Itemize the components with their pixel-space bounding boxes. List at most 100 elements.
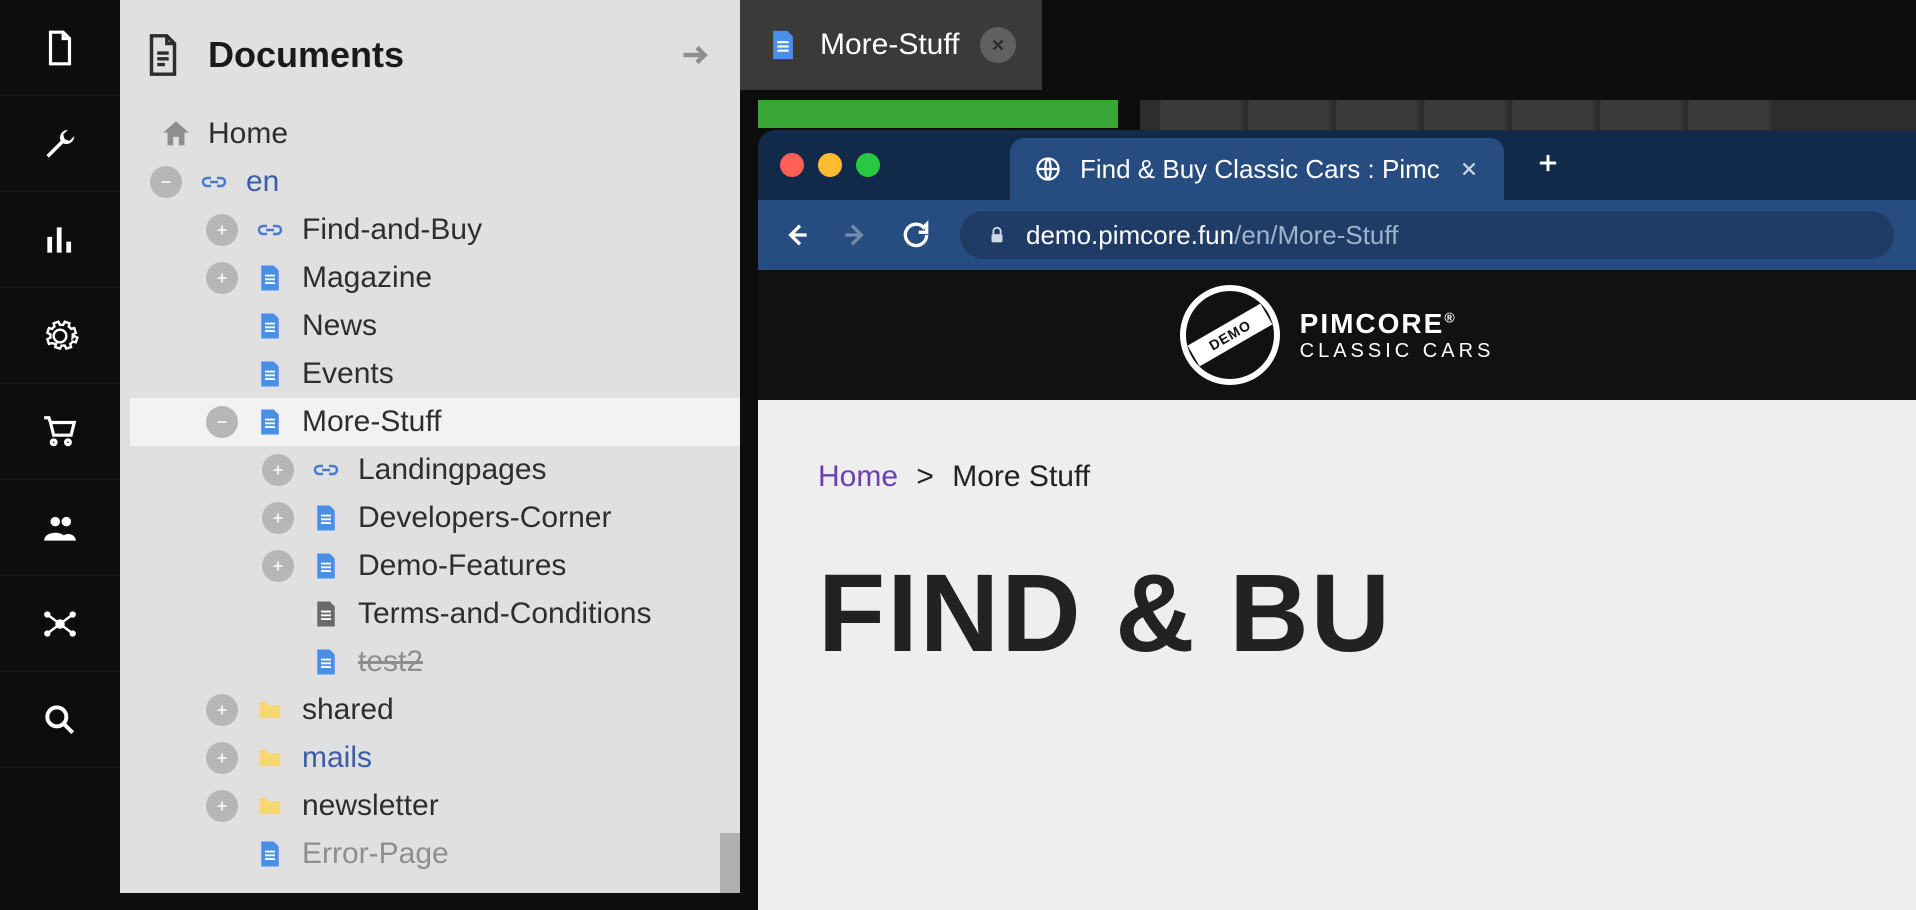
- page-icon: [252, 404, 288, 440]
- document-tree: Home en Find-and-Buy Magazine News: [120, 110, 740, 878]
- expand-toggle[interactable]: [262, 550, 294, 582]
- tree-node-shared[interactable]: shared: [130, 686, 740, 734]
- tree-node-en[interactable]: en: [130, 158, 740, 206]
- breadcrumb-current: More Stuff: [952, 460, 1090, 493]
- tree-node-landingpages[interactable]: Landingpages: [130, 446, 740, 494]
- snippet-icon: [308, 596, 344, 632]
- tree-node-news[interactable]: News: [130, 302, 740, 350]
- browser-reload-button[interactable]: [900, 219, 932, 251]
- tree-node-test2[interactable]: test2: [130, 638, 740, 686]
- tree-node-home[interactable]: Home: [130, 110, 740, 158]
- tree-label: Find-and-Buy: [302, 213, 482, 247]
- page-heading: FIND & BU: [818, 550, 1856, 677]
- tree-label: en: [246, 165, 279, 199]
- nav-search[interactable]: [0, 672, 120, 768]
- browser-back-button[interactable]: [780, 219, 812, 251]
- tree-node-mails[interactable]: mails: [130, 734, 740, 782]
- collapse-toggle[interactable]: [150, 166, 182, 198]
- browser-tab[interactable]: Find & Buy Classic Cars : Pimc: [1010, 138, 1504, 200]
- link-icon: [308, 452, 344, 488]
- tree-node-terms[interactable]: Terms-and-Conditions: [130, 590, 740, 638]
- toolbar-publish-strip: [758, 100, 1118, 128]
- documents-header-icon: [140, 32, 186, 78]
- editor-tab-more-stuff[interactable]: More-Stuff: [740, 0, 1042, 90]
- tab-close-button[interactable]: [980, 27, 1016, 63]
- page-icon: [252, 356, 288, 392]
- tree-label: test2: [358, 645, 423, 679]
- folder-icon: [252, 788, 288, 824]
- nav-reports[interactable]: [0, 192, 120, 288]
- nav-tools[interactable]: [0, 96, 120, 192]
- logo-badge-icon: DEMO: [1180, 285, 1280, 385]
- nav-ecommerce[interactable]: [0, 384, 120, 480]
- expand-toggle[interactable]: [206, 694, 238, 726]
- home-icon: [158, 116, 194, 152]
- expand-toggle[interactable]: [262, 454, 294, 486]
- expand-toggle[interactable]: [206, 262, 238, 294]
- logo-wordmark: PIMCORE® CLASSIC CARS: [1300, 308, 1495, 363]
- tree-label: News: [302, 309, 377, 343]
- page-icon: [252, 308, 288, 344]
- window-close-dot[interactable]: [780, 153, 804, 177]
- nav-users[interactable]: [0, 480, 120, 576]
- page-icon: [252, 260, 288, 296]
- window-minimize-dot[interactable]: [818, 153, 842, 177]
- tree-node-events[interactable]: Events: [130, 350, 740, 398]
- browser-window: Find & Buy Classic Cars : Pimc demo.pimc…: [758, 130, 1916, 910]
- hub-icon: [41, 605, 79, 643]
- breadcrumb-separator: >: [916, 460, 934, 493]
- bar-chart-icon: [41, 221, 79, 259]
- new-tab-button[interactable]: [1534, 149, 1562, 182]
- gear-icon: [41, 317, 79, 355]
- tree-label: More-Stuff: [302, 405, 442, 439]
- tree-node-error-page[interactable]: Error-Page: [130, 830, 740, 878]
- collapse-arrow-icon[interactable]: [676, 37, 712, 73]
- breadcrumb-home-link[interactable]: Home: [818, 460, 898, 493]
- tree-node-more-stuff[interactable]: More-Stuff: [130, 398, 740, 446]
- globe-icon: [1034, 155, 1062, 183]
- breadcrumb: Home > More Stuff: [818, 460, 1856, 494]
- window-traffic-lights[interactable]: [780, 153, 880, 177]
- nav-documents[interactable]: [0, 0, 120, 96]
- window-zoom-dot[interactable]: [856, 153, 880, 177]
- tree-label: newsletter: [302, 789, 439, 823]
- panel-scrollbar[interactable]: [720, 833, 740, 893]
- browser-forward-button[interactable]: [840, 219, 872, 251]
- file-icon: [41, 29, 79, 67]
- nav-data-hub[interactable]: [0, 576, 120, 672]
- search-icon: [41, 701, 79, 739]
- page-icon: [308, 500, 344, 536]
- tab-label: More-Stuff: [820, 28, 960, 62]
- tree-label: Home: [208, 117, 288, 151]
- site-viewport: DEMO PIMCORE® CLASSIC CARS Home > More S…: [758, 270, 1916, 910]
- page-icon: [308, 548, 344, 584]
- collapse-toggle[interactable]: [206, 406, 238, 438]
- expand-toggle[interactable]: [262, 502, 294, 534]
- url-text: demo.pimcore.fun/en/More-Stuff: [1026, 220, 1398, 251]
- tree-label: Error-Page: [302, 837, 449, 871]
- tree-label: Magazine: [302, 261, 432, 295]
- expand-toggle[interactable]: [206, 790, 238, 822]
- link-icon: [196, 164, 232, 200]
- tree-label: Landingpages: [358, 453, 547, 487]
- tree-node-developers-corner[interactable]: Developers-Corner: [130, 494, 740, 542]
- tree-node-demo-features[interactable]: Demo-Features: [130, 542, 740, 590]
- lock-icon: [986, 224, 1008, 246]
- close-icon[interactable]: [1458, 158, 1480, 180]
- site-header: DEMO PIMCORE® CLASSIC CARS: [758, 270, 1916, 400]
- tree-label: mails: [302, 741, 372, 775]
- expand-toggle[interactable]: [206, 214, 238, 246]
- expand-toggle[interactable]: [206, 742, 238, 774]
- tree-label: Developers-Corner: [358, 501, 611, 535]
- tree-label: shared: [302, 693, 394, 727]
- tree-node-find-and-buy[interactable]: Find-and-Buy: [130, 206, 740, 254]
- tree-node-magazine[interactable]: Magazine: [130, 254, 740, 302]
- tree-label: Terms-and-Conditions: [358, 597, 651, 631]
- page-icon: [252, 836, 288, 872]
- tree-node-newsletter[interactable]: newsletter: [130, 782, 740, 830]
- page-icon: [308, 644, 344, 680]
- address-bar[interactable]: demo.pimcore.fun/en/More-Stuff: [960, 211, 1894, 259]
- nav-settings[interactable]: [0, 288, 120, 384]
- wrench-icon: [41, 125, 79, 163]
- site-logo[interactable]: DEMO PIMCORE® CLASSIC CARS: [1180, 285, 1495, 385]
